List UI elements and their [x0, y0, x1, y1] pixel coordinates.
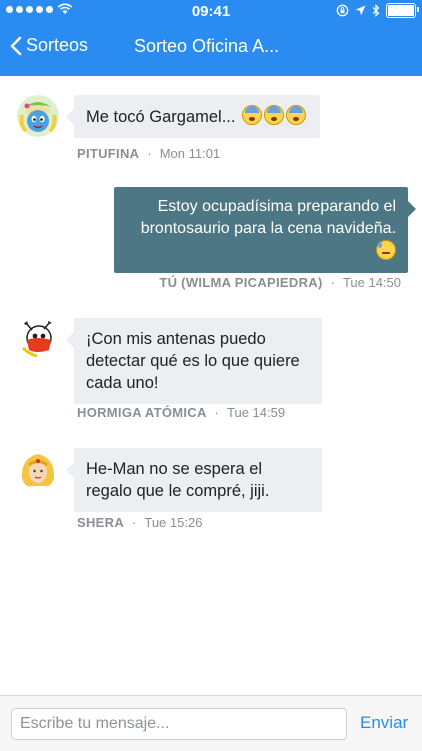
message-meta: PITUFINA · Mon 11:01 [77, 146, 220, 161]
message-author: TÚ (WILMA PICAPIEDRA) [159, 275, 323, 290]
meta-separator: · [147, 146, 152, 161]
navigation-bar: Sorteos Sorteo Oficina A... [0, 24, 422, 72]
message-bubble-incoming[interactable]: He-Man no se espera el regalo que le com… [66, 448, 322, 512]
message-text: He-Man no se espera el regalo que le com… [86, 460, 270, 500]
fearful-face-icon [286, 105, 307, 125]
status-bar: 09:41 [0, 0, 422, 22]
message-author: SHERA [77, 515, 125, 530]
app-header: 09:41 Sorteos Sorteo Oficina A... [0, 0, 422, 76]
message-bubble-incoming[interactable]: ¡Con mis antenas puedo detectar qué es l… [66, 318, 322, 404]
send-button[interactable]: Enviar [360, 713, 408, 733]
back-button[interactable]: Sorteos [10, 35, 88, 56]
message-author: PITUFINA [77, 146, 140, 161]
status-right-icons [336, 3, 419, 18]
message-meta: SHERA · Tue 15:26 [77, 515, 202, 530]
smurfette-avatar-icon [17, 95, 59, 137]
fearful-face-icon [264, 105, 285, 125]
atom-ant-avatar-icon [17, 318, 59, 360]
avatar-pitufina[interactable] [17, 95, 59, 137]
message-meta: HORMIGA ATÓMICA · Tue 14:59 [77, 405, 285, 420]
bluetooth-icon [372, 4, 380, 17]
message-time: Tue 14:59 [227, 405, 286, 420]
meta-separator: · [214, 405, 220, 420]
message-text: Me tocó Gargamel... [86, 108, 236, 126]
message-bubble-outgoing[interactable]: Estoy ocupadísima preparando el brontosa… [114, 187, 416, 273]
avatar-shera[interactable] [17, 448, 59, 490]
meta-separator: · [330, 275, 335, 290]
message-time: Tue 14:50 [342, 275, 401, 290]
message-author: HORMIGA ATÓMICA [77, 405, 207, 420]
location-arrow-icon [355, 5, 366, 16]
rotation-lock-icon [336, 4, 349, 17]
message-text: ¡Con mis antenas puedo detectar qué es l… [86, 330, 300, 392]
back-button-label: Sorteos [26, 35, 89, 55]
shera-avatar-icon [17, 448, 59, 490]
message-meta: TÚ (WILMA PICAPIEDRA) · Tue 14:50 [159, 275, 401, 290]
message-input[interactable] [11, 708, 347, 740]
message-bubble-incoming[interactable]: Me tocó Gargamel... [66, 95, 320, 138]
page-title: Sorteo Oficina A... [134, 36, 280, 56]
message-text: Estoy ocupadísima preparando el brontosa… [140, 198, 396, 237]
message-time: Mon 11:01 [159, 146, 221, 161]
fearful-face-icon [242, 105, 263, 125]
message-time: Tue 15:26 [144, 515, 203, 530]
message-composer: Enviar [0, 695, 422, 751]
avatar-hormiga-atomica[interactable] [17, 318, 59, 360]
meta-separator: · [132, 515, 137, 530]
battery-icon [386, 3, 419, 18]
chevron-left-icon [10, 36, 22, 55]
sweat-face-icon [376, 240, 396, 260]
